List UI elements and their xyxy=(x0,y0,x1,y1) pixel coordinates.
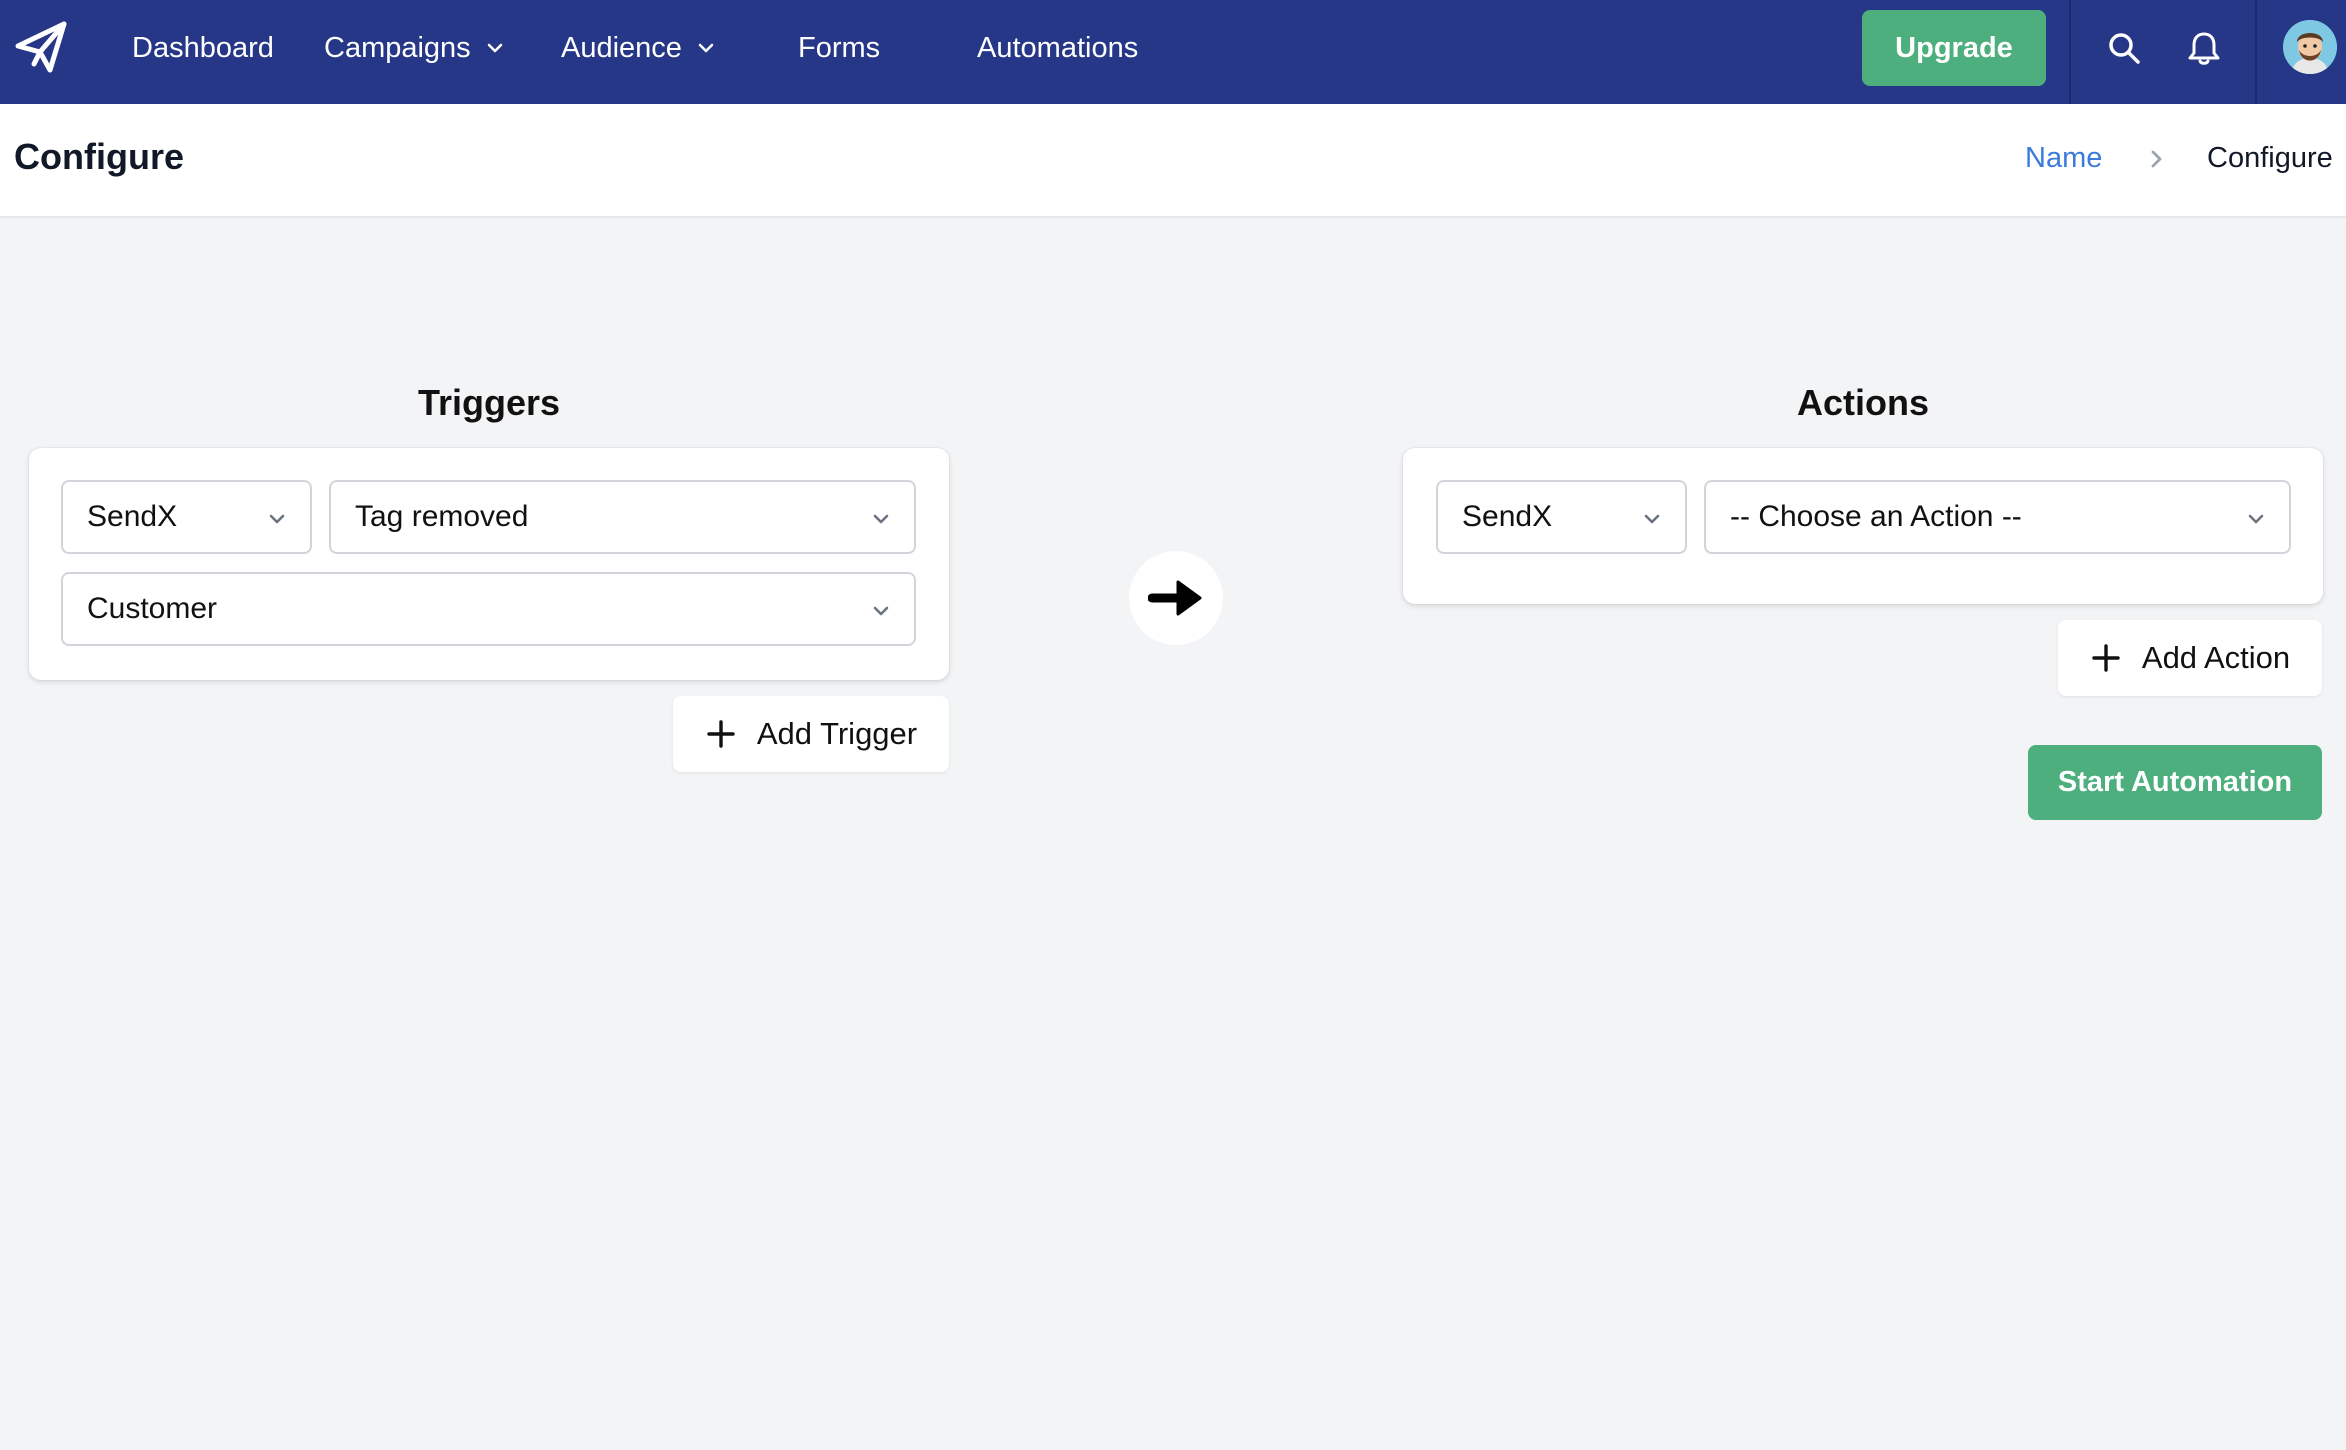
nav-audience-label: Audience xyxy=(561,31,682,64)
chevron-down-icon xyxy=(873,606,889,616)
search-button[interactable] xyxy=(2100,24,2148,72)
action-app-value: SendX xyxy=(1462,500,1553,533)
chevron-right-icon xyxy=(2151,150,2162,168)
upgrade-button[interactable]: Upgrade xyxy=(1862,10,2046,86)
trigger-event-select[interactable]: Tag removed xyxy=(329,480,916,554)
chevron-down-icon xyxy=(2248,514,2264,524)
trigger-event-value: Tag removed xyxy=(355,500,529,533)
paper-plane-logo-icon[interactable] xyxy=(12,18,70,76)
add-action-button[interactable]: Add Action xyxy=(2058,620,2322,696)
nav-automations-label: Automations xyxy=(977,31,1139,64)
bell-icon xyxy=(2188,32,2220,65)
avatar-icon xyxy=(2283,20,2337,74)
action-type-select[interactable]: -- Choose an Action -- xyxy=(1704,480,2291,554)
arrow-right-icon xyxy=(1148,580,1202,616)
user-avatar[interactable] xyxy=(2283,20,2337,74)
chevron-down-icon xyxy=(269,514,285,524)
page-title: Configure xyxy=(14,136,184,177)
trigger-app-select[interactable]: SendX xyxy=(61,480,312,554)
add-action-label: Add Action xyxy=(2141,640,2291,675)
triggers-card: SendX Tag removed Customer xyxy=(29,448,949,680)
plus-icon xyxy=(707,720,735,748)
trigger-tag-select[interactable]: Customer xyxy=(61,572,916,646)
nav-automations[interactable]: Automations xyxy=(977,0,1138,96)
chevron-down-icon xyxy=(487,43,502,53)
search-icon xyxy=(2109,33,2140,64)
nav-audience[interactable]: Audience xyxy=(561,0,716,96)
page-header: Configure Name Configure xyxy=(0,104,2346,218)
trigger-tag-value: Customer xyxy=(87,592,218,625)
breadcrumb-current: Configure xyxy=(2207,142,2333,174)
actions-card: SendX -- Choose an Action -- xyxy=(1403,448,2323,604)
nav-dashboard[interactable]: Dashboard xyxy=(132,0,274,96)
chevron-down-icon xyxy=(873,514,889,524)
chevron-down-icon xyxy=(698,43,714,53)
nav-divider xyxy=(2255,0,2257,104)
nav-forms[interactable]: Forms xyxy=(798,0,880,96)
flow-arrow xyxy=(1129,551,1223,645)
top-nav: Dashboard Campaigns Audience Forms Autom… xyxy=(0,0,2346,104)
triggers-title: Triggers xyxy=(417,382,561,423)
add-trigger-button[interactable]: Add Trigger xyxy=(673,696,949,772)
start-automation-button[interactable]: Start Automation xyxy=(2028,745,2322,820)
trigger-app-value: SendX xyxy=(87,500,178,533)
breadcrumb-name-link[interactable]: Name xyxy=(2025,142,2102,175)
nav-campaigns[interactable]: Campaigns xyxy=(324,0,505,96)
nav-dashboard-label: Dashboard xyxy=(132,31,274,64)
add-trigger-label: Add Trigger xyxy=(756,716,918,751)
plus-icon xyxy=(2092,644,2120,672)
action-type-value: -- Choose an Action -- xyxy=(1730,500,2022,533)
nav-forms-label: Forms xyxy=(798,31,881,64)
actions-title: Actions xyxy=(1796,382,1929,423)
nav-divider xyxy=(2069,0,2071,104)
notifications-button[interactable] xyxy=(2180,24,2228,72)
nav-campaigns-label: Campaigns xyxy=(324,31,471,64)
action-app-select[interactable]: SendX xyxy=(1436,480,1687,554)
chevron-down-icon xyxy=(1644,514,1660,524)
